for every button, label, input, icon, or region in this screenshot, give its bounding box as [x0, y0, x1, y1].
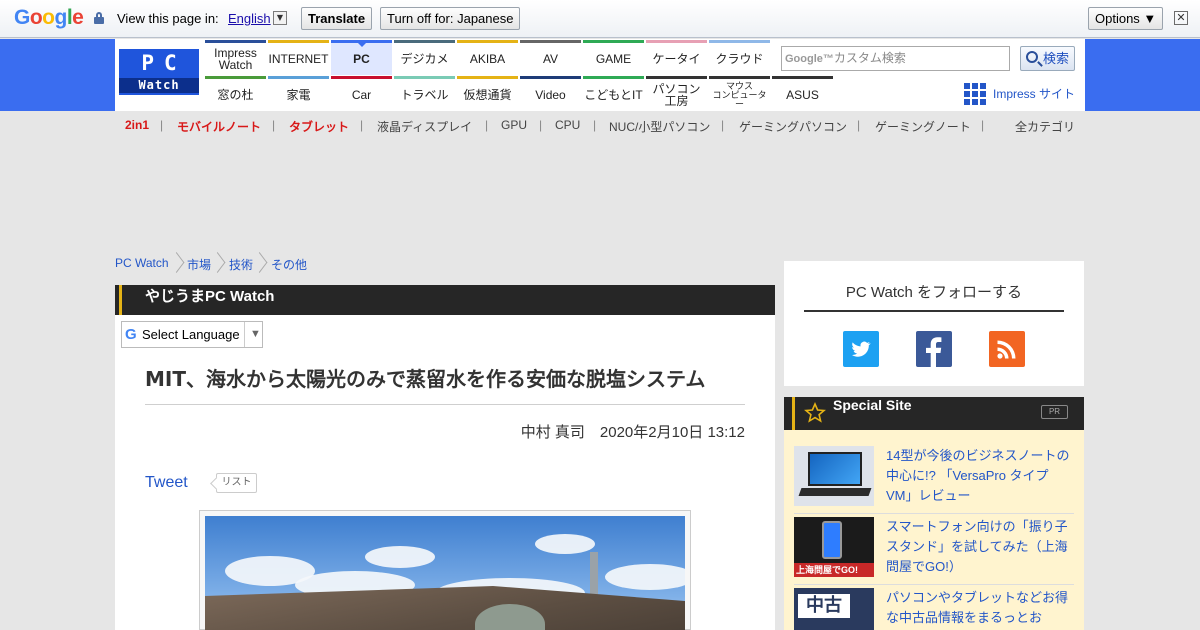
breadcrumb-tech[interactable]: 技術	[229, 256, 253, 273]
active-indicator-icon	[357, 43, 366, 47]
all-categories-link[interactable]: 全カテゴリ	[1015, 118, 1075, 135]
nav-tab-1[interactable]: INTERNET	[268, 40, 329, 75]
chevron-right-icon	[257, 251, 265, 275]
article-byline: 中村 真司 2020年2月10日 13:12	[520, 424, 745, 441]
options-button[interactable]: Options ▼	[1088, 7, 1164, 30]
nav-tab-7[interactable]: パソコン 工房	[646, 76, 707, 111]
nav-tab-4[interactable]: AKIBA	[457, 40, 518, 75]
language-select[interactable]: English	[228, 11, 271, 26]
article-title: MIT、海水から太陽光のみで蒸留水を作る安価な脱塩システム	[145, 367, 706, 391]
view-page-label: View this page in:	[117, 11, 219, 26]
nav-tab-2[interactable]: PC	[331, 40, 392, 75]
nav-tab-9[interactable]: ASUS	[772, 76, 833, 111]
nav-tab-6[interactable]: こどもとIT	[583, 76, 644, 111]
subnav-gaming-pc[interactable]: ゲーミングパソコン	[739, 118, 847, 135]
nav-tab-5[interactable]: Video	[520, 76, 581, 111]
tweet-button[interactable]: Tweet	[145, 474, 188, 492]
subnav-gpu[interactable]: GPU	[501, 118, 527, 132]
subnav-nuc[interactable]: NUC/小型パソコン	[609, 118, 710, 135]
close-icon[interactable]: ✕	[1174, 11, 1188, 25]
breadcrumb-market[interactable]: 市場	[187, 256, 211, 273]
nav-tab-3[interactable]: トラベル	[394, 76, 455, 111]
thumbnail-phone-stand: 上海問屋でGO!	[794, 517, 874, 577]
article-image	[205, 516, 685, 630]
search-input[interactable]: Google™カスタム検索	[781, 46, 1010, 71]
nav-tab-4[interactable]: 仮想通貨	[457, 76, 518, 111]
breadcrumb-other[interactable]: その他	[271, 256, 307, 273]
facebook-icon[interactable]	[916, 331, 952, 367]
list-button[interactable]: リスト	[216, 473, 257, 493]
title-divider	[145, 404, 745, 405]
chevron-right-icon	[174, 251, 182, 275]
grid-icon	[964, 83, 986, 105]
turn-off-button[interactable]: Turn off for: Japanese	[380, 7, 521, 30]
nav-tab-8[interactable]: マウス コンピューター	[709, 76, 770, 111]
pr-badge: PR	[1041, 405, 1068, 419]
subnav-2in1[interactable]: 2in1	[125, 118, 149, 132]
nav-tab-3[interactable]: デジカメ	[394, 40, 455, 75]
sub-navigation: 2in1 | モバイルノート | タブレット | 液晶ディスプレイ | GPU …	[125, 118, 985, 135]
list-item[interactable]: 中古 パソコンやタブレットなどお得な中古品情報をまるっとお	[794, 588, 1074, 630]
chevron-down-icon: ▼	[244, 322, 261, 347]
nav-tab-0[interactable]: 窓の杜	[205, 76, 266, 111]
article-photo[interactable]	[199, 510, 691, 630]
nav-tab-8[interactable]: クラウド	[709, 40, 770, 75]
special-site-header: Special Site PR	[784, 397, 1084, 430]
translate-bar: Google View this page in: English ▼ Tran…	[0, 0, 1200, 38]
search-icon	[1026, 51, 1038, 63]
translate-button[interactable]: Translate	[301, 7, 373, 30]
nav-tab-0[interactable]: Impress Watch	[205, 40, 266, 75]
star-icon	[804, 402, 826, 423]
breadcrumb-pc-watch[interactable]: PC Watch	[115, 256, 169, 270]
subnav-cpu[interactable]: CPU	[555, 118, 580, 132]
follow-panel: PC Watch をフォローする	[784, 261, 1084, 386]
subnav-gaming-note[interactable]: ゲーミングノート	[875, 118, 971, 135]
twitter-icon[interactable]	[843, 331, 879, 367]
search-button[interactable]: 検索	[1020, 46, 1075, 71]
nav-tab-5[interactable]: AV	[520, 40, 581, 75]
thumbnail-laptop	[794, 446, 874, 506]
nav-tab-6[interactable]: GAME	[583, 40, 644, 75]
nav-tab-1[interactable]: 家電	[268, 76, 329, 111]
google-g-icon: G	[125, 326, 137, 343]
lock-icon	[94, 12, 104, 24]
impress-sites-link[interactable]: Impress サイト	[964, 82, 1075, 106]
follow-title: PC Watch をフォローする	[845, 284, 1023, 301]
chevron-down-icon[interactable]: ▼	[273, 11, 287, 25]
list-item[interactable]: 14型が今後のビジネスノートの中心に!? 「VersaPro タイプVM」レビュ…	[794, 446, 1074, 516]
thumbnail-used-pc: 中古	[794, 588, 874, 630]
special-site-title: Special Site	[833, 397, 912, 413]
list-item[interactable]: 上海問屋でGO! スマートフォン向けの「振り子スタンド」を試してみた（上海問屋で…	[794, 517, 1074, 587]
nav-tab-2[interactable]: Car	[331, 76, 392, 111]
subnav-tablet[interactable]: タブレット	[289, 118, 349, 135]
chevron-right-icon	[215, 251, 223, 275]
rss-icon[interactable]	[989, 331, 1025, 367]
pc-watch-logo[interactable]: PC Watch	[119, 49, 199, 95]
google-logo: Google	[14, 6, 84, 29]
category-bar: やじうまPC Watch	[115, 285, 775, 315]
subnav-display[interactable]: 液晶ディスプレイ	[377, 118, 472, 135]
nav-tab-7[interactable]: ケータイ	[646, 40, 707, 75]
select-language-dropdown[interactable]: G Select Language ▼	[121, 321, 263, 348]
category-title[interactable]: やじうまPC Watch	[145, 285, 274, 306]
subnav-mobile-note[interactable]: モバイルノート	[177, 118, 261, 135]
